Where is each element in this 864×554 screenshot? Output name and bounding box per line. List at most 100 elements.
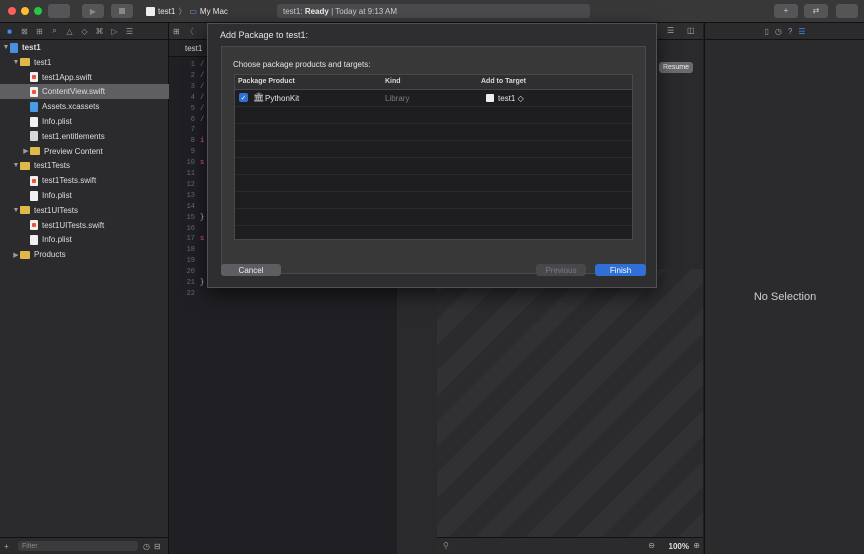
inspector-pane: ▯ ◷ ? ☰ No Selection [704, 23, 864, 554]
navigator-item[interactable]: test1App.swift [0, 70, 190, 85]
disclosure-open-icon[interactable]: ▼ [12, 59, 20, 66]
disclosure-open-icon[interactable]: ▼ [12, 162, 20, 169]
navigator-item[interactable]: ▼ test1 [0, 40, 170, 55]
line-number: 16 [186, 224, 195, 233]
filter-input[interactable]: Filter [18, 541, 138, 551]
navigator-item[interactable]: Info.plist [0, 232, 190, 247]
line-number: 8 [190, 137, 195, 146]
navigator-item[interactable]: Assets.xcassets [0, 99, 190, 114]
table-row [235, 226, 632, 239]
split-editor-icon[interactable]: ◫ [687, 26, 695, 35]
navigator-item-label: Products [34, 250, 66, 260]
navigator-item-label: test1Tests.swift [42, 176, 97, 186]
canvas-bottom-bar: ⚲ ⊖ 100% ⊕ [437, 537, 703, 554]
test-icon[interactable]: ◇ [77, 27, 92, 36]
source-control-icon[interactable]: ⊠ [17, 27, 32, 36]
code-fragment: / [200, 104, 205, 113]
package-products-panel: Choose package products and targets: Pac… [221, 46, 646, 274]
line-number: 12 [186, 180, 195, 189]
folder-icon [20, 58, 30, 67]
navigator-item-label: Info.plist [42, 191, 72, 200]
search-icon[interactable]: ⌕ [47, 26, 62, 36]
scm-filter-icon[interactable]: ⊟ [154, 542, 161, 551]
stop-button[interactable] [111, 4, 133, 18]
project-navigator: ■ ⊠ ⊞ ⌕ △ ◇ ⌘ ▷ ☰ ▼ test1 ▼ test1 test1App.s… [0, 23, 190, 554]
zoom-window-button[interactable] [34, 7, 42, 15]
navigator-item[interactable]: test1.entitlements [0, 129, 190, 144]
code-fragment: } [200, 279, 205, 287]
navigator-item[interactable]: Info.plist [0, 188, 190, 203]
code-review-button[interactable]: ⇄ [804, 4, 828, 18]
line-number: 18 [186, 246, 195, 255]
column-header-kind[interactable]: Kind [385, 78, 401, 85]
column-header-product[interactable]: Package Product [238, 78, 295, 85]
disclosure-open-icon[interactable]: ▼ [2, 44, 10, 51]
column-header-target[interactable]: Add to Target [481, 78, 526, 85]
zoom-in-icon[interactable]: ⊕ [693, 541, 700, 550]
disclosure-closed-icon[interactable]: ▶ [22, 147, 30, 155]
cancel-button[interactable]: Cancel [221, 264, 281, 276]
close-window-button[interactable] [8, 7, 16, 15]
navigator-item-label: test1App.swift [42, 72, 92, 82]
checkmark-icon: ✓ [240, 94, 247, 102]
history-icon[interactable]: ◷ [775, 27, 782, 36]
include-product-checkbox[interactable]: ✓ [239, 93, 248, 102]
navigator-item[interactable]: test1UITests.swift [0, 218, 190, 233]
navigator-item-label: ContentView.swift [42, 87, 105, 97]
zoom-out-icon[interactable]: ⊖ [648, 541, 655, 550]
toggle-inspector-button[interactable] [836, 4, 858, 18]
line-number: 4 [190, 93, 195, 102]
arrows-icon: ⇄ [812, 6, 820, 15]
back-icon[interactable]: 〈 [186, 26, 194, 37]
navigator-item[interactable]: Info.plist [0, 114, 190, 129]
filter-placeholder: Filter [22, 542, 38, 550]
table-row [235, 209, 632, 226]
zoom-level: 100% [668, 542, 689, 551]
toggle-navigator-button[interactable] [48, 4, 70, 18]
navigator-item[interactable]: ▶ Products [0, 247, 180, 262]
table-row[interactable]: ✓ 🏛 PythonKit Library test1 ◇ [235, 90, 632, 107]
pin-icon[interactable]: ⚲ [443, 541, 449, 550]
breakpoint-icon[interactable]: ▷ [107, 27, 122, 36]
navigator-item[interactable]: ▼ test1 [0, 55, 180, 70]
navigator-item[interactable]: ContentView.swift [0, 84, 190, 100]
navigator-item[interactable]: ▼ test1UITests [0, 203, 180, 218]
related-items-icon[interactable]: ⊞ [173, 27, 180, 36]
swift-file-icon [30, 86, 38, 97]
warning-icon[interactable]: △ [62, 27, 77, 36]
navigator-item-label: test1UITests [34, 205, 79, 215]
play-icon: ▶ [89, 6, 97, 16]
scheme-selector[interactable]: test1 〉 ▭ My Mac [146, 4, 228, 18]
status-time: | Today at 9:13 AM [331, 6, 398, 16]
line-number: 5 [190, 104, 195, 113]
disclosure-closed-icon[interactable]: ▶ [12, 251, 20, 259]
recent-files-icon[interactable]: ◷ [143, 542, 150, 551]
folder-icon[interactable]: ■ [2, 27, 17, 36]
navigator-item[interactable]: test1Tests.swift [0, 173, 190, 188]
minimize-window-button[interactable] [21, 7, 29, 15]
attributes-icon[interactable]: ☰ [798, 27, 805, 36]
finish-button[interactable]: Finish [595, 264, 646, 276]
resume-preview-button[interactable]: Resume [659, 62, 693, 73]
target-popup[interactable]: test1 ◇ [498, 94, 524, 103]
file-inspector-icon[interactable]: ▯ [764, 27, 768, 36]
inspector-tabs: ▯ ◷ ? ☰ [705, 23, 864, 40]
line-number: 15 [186, 213, 195, 222]
library-button[interactable]: + [774, 4, 798, 18]
add-file-icon[interactable]: + [4, 542, 9, 551]
previous-button[interactable]: Previous [536, 264, 586, 276]
navigator-item[interactable]: ▼ test1Tests [0, 158, 180, 173]
assets-file-icon [30, 101, 38, 112]
debug-icon[interactable]: ⌘ [92, 27, 107, 36]
symbol-icon[interactable]: ⊞ [32, 27, 47, 36]
plist-file-icon [30, 190, 38, 201]
line-number: 10 [186, 159, 195, 168]
app-icon [146, 6, 155, 16]
adjust-editor-icon[interactable]: ☰ [667, 26, 674, 35]
navigator-item[interactable]: ▶ Preview Content [0, 144, 190, 159]
report-icon[interactable]: ☰ [122, 27, 137, 36]
disclosure-open-icon[interactable]: ▼ [12, 207, 20, 214]
help-icon[interactable]: ? [788, 27, 792, 36]
table-row [235, 192, 632, 209]
run-button[interactable]: ▶ [82, 4, 104, 18]
